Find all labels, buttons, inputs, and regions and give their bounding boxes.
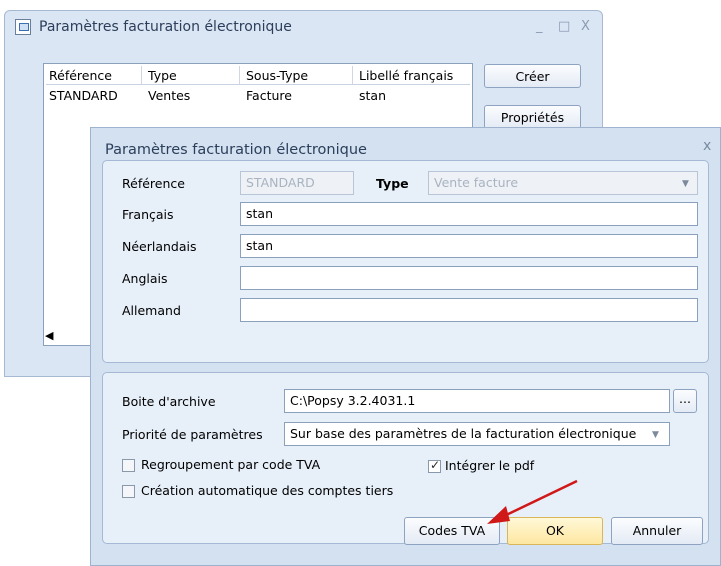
annotation-arrow bbox=[487, 479, 578, 524]
